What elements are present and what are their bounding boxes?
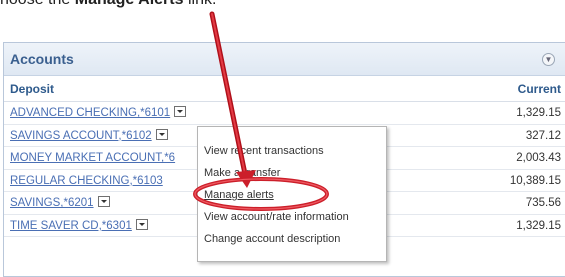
arrow-shaft-highlight bbox=[211, 13, 246, 175]
highlight-arrow bbox=[209, 11, 256, 188]
annotation-overlay bbox=[193, 11, 329, 211]
highlight-ring-inner bbox=[194, 178, 328, 210]
